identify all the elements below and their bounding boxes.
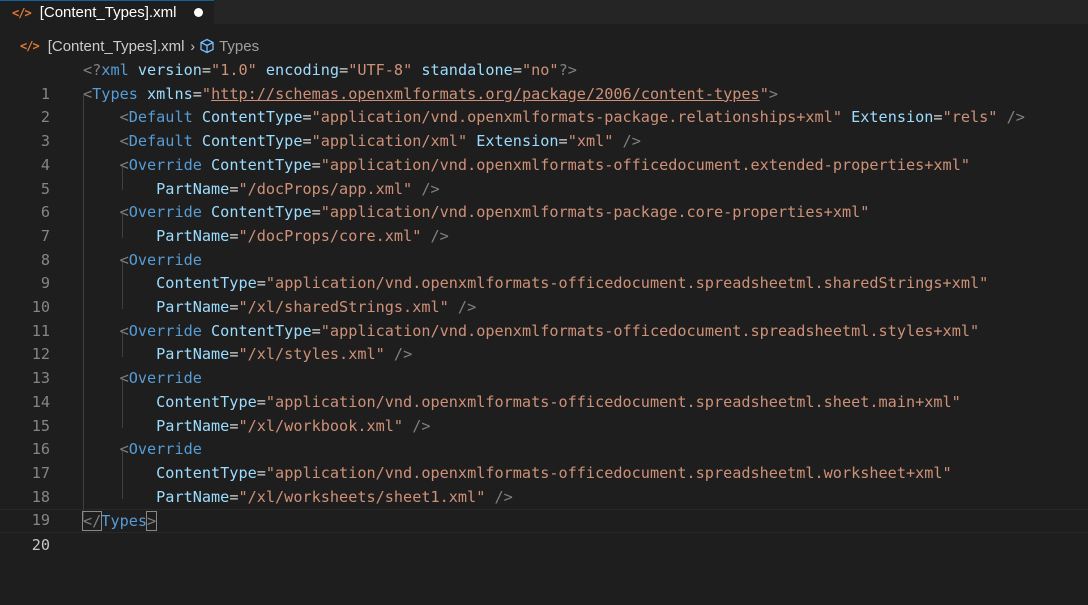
code-line: 5 <Override ContentType="application/vnd… (0, 154, 1088, 198)
matching-bracket: </ (81, 511, 103, 532)
tab-label: [Content_Types].xml (39, 4, 177, 21)
code-line: 10 ContentType="application/vnd.openxmlf… (0, 272, 1088, 316)
code-line: 8 PartName="/docProps/core.xml" /> (0, 225, 1088, 269)
unsaved-changes-dot-icon[interactable] (194, 8, 203, 17)
code-line: 1 <?xml version="1.0" encoding="UTF-8" s… (0, 59, 1088, 103)
chevron-right-icon: › (190, 38, 196, 54)
code-line: 2 <Types xmlns="http://schemas.openxmlfo… (0, 83, 1088, 127)
code-line: 13 PartName="/xl/styles.xml" /> (0, 343, 1088, 387)
symbol-cube-icon (199, 38, 215, 54)
code-line: 17 <Override (0, 438, 1088, 482)
editor-tab-bar: </> [Content_Types].xml (0, 0, 1088, 24)
code-line: 12 <Override ContentType="application/vn… (0, 320, 1088, 364)
code-editor[interactable]: 1 <?xml version="1.0" encoding="UTF-8" s… (0, 59, 1088, 554)
breadcrumb: </> [Content_Types].xml › Types (0, 35, 1088, 57)
code-line: 3 <Default ContentType="application/vnd.… (0, 106, 1088, 150)
code-line: 11 PartName="/xl/sharedStrings.xml" /> (0, 296, 1088, 340)
code-line: 15 ContentType="application/vnd.openxmlf… (0, 391, 1088, 435)
code-line: 19 PartName="/xl/worksheets/sheet1.xml" … (0, 486, 1088, 530)
code-line: 9 <Override (0, 249, 1088, 293)
matching-bracket: > (145, 511, 158, 532)
xml-file-icon: </> (12, 5, 32, 20)
breadcrumb-symbol[interactable]: Types (219, 38, 259, 55)
schema-url-link[interactable]: http://schemas.openxmlformats.org/packag… (211, 85, 760, 103)
code-line: 14 <Override (0, 367, 1088, 411)
code-line: 4 <Default ContentType="application/xml"… (0, 130, 1088, 174)
line-number: 20 (31, 536, 50, 554)
code-line: 18 ContentType="application/vnd.openxmlf… (0, 462, 1088, 506)
code-line: 6 PartName="/docProps/app.xml" /> (0, 178, 1088, 222)
code-line-current: 20 </Types> (0, 509, 1088, 554)
code-line: 7 <Override ContentType="application/vnd… (0, 201, 1088, 245)
tab-content-types-xml[interactable]: </> [Content_Types].xml (0, 0, 214, 24)
breadcrumb-file[interactable]: [Content_Types].xml (48, 38, 185, 55)
code-line: 16 PartName="/xl/workbook.xml" /> (0, 415, 1088, 459)
xml-file-icon: </> (20, 39, 40, 53)
